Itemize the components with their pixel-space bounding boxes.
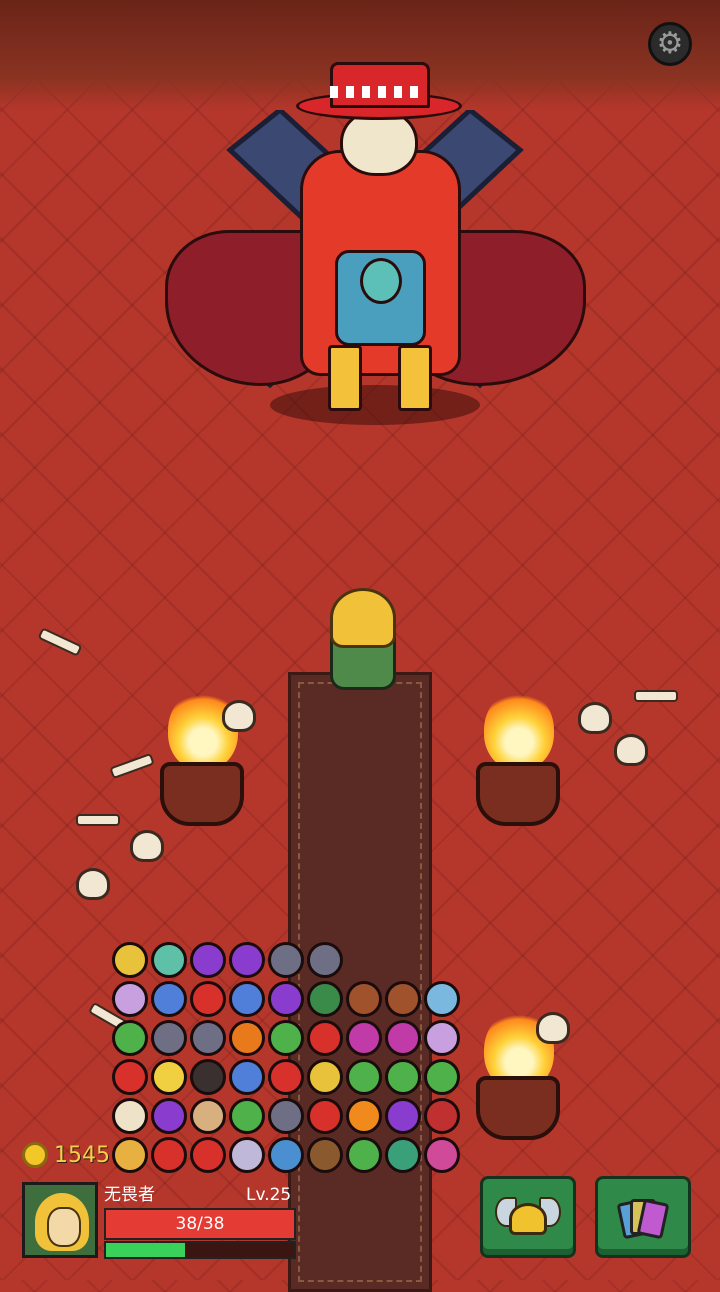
item-inventory-grid	[112, 942, 462, 1178]
hp-text: 38/38	[175, 1214, 225, 1234]
gold-scroll-item-icon[interactable]	[307, 1059, 343, 1095]
skull-decoration	[222, 700, 256, 732]
xp-bar	[104, 1241, 296, 1259]
player-name: 无畏者	[104, 1185, 155, 1205]
red-heart-item-icon[interactable]	[307, 1020, 343, 1056]
blue-mushroom-item-icon[interactable]	[268, 1137, 304, 1173]
blue-fist-item-icon[interactable]	[229, 1059, 265, 1095]
sack-item-icon[interactable]	[190, 1098, 226, 1134]
boss-shadow	[270, 385, 480, 425]
orange-gem-item-icon[interactable]	[229, 1020, 265, 1056]
gold-amount: 1545	[54, 1143, 110, 1168]
red-demon-item-icon[interactable]	[268, 1059, 304, 1095]
pink-demon-item-icon[interactable]	[424, 1137, 460, 1173]
hp-bar: 38/38	[104, 1208, 296, 1240]
player-portrait[interactable]	[22, 1182, 98, 1258]
potion-flask-item-icon[interactable]	[151, 942, 187, 978]
brazier	[160, 762, 244, 826]
hero-character[interactable]	[330, 588, 396, 648]
green-splash-item-icon[interactable]	[268, 1020, 304, 1056]
dark-pot-item-icon[interactable]	[190, 1059, 226, 1095]
magenta-ring-item-icon[interactable]	[346, 1020, 382, 1056]
bone-decoration	[109, 752, 155, 780]
green-jar-item-icon[interactable]	[346, 1137, 382, 1173]
brazier	[476, 1076, 560, 1140]
fire-star-item-icon[interactable]	[346, 1098, 382, 1134]
boss-leg-right	[398, 345, 432, 411]
jade-ring-item-icon[interactable]	[385, 1137, 421, 1173]
bone-item-icon[interactable]	[112, 1098, 148, 1134]
red-rune-item-icon[interactable]	[190, 981, 226, 1017]
green-star-item-icon[interactable]	[424, 1059, 460, 1095]
gray-hex-item-icon[interactable]	[151, 1020, 187, 1056]
brazier-flame	[484, 690, 554, 770]
skull-decoration	[578, 702, 612, 734]
brown-pouch-item-icon[interactable]	[307, 1137, 343, 1173]
boss-hat	[330, 62, 430, 108]
yellow-star-item-icon[interactable]	[151, 1059, 187, 1095]
settings-button[interactable]: ⚙	[648, 22, 692, 66]
portrait-face	[47, 1207, 81, 1247]
bone-decoration	[76, 814, 120, 826]
skull-decoration	[614, 734, 648, 766]
winged-helmet-icon	[495, 1197, 561, 1237]
gray-gem-item-icon[interactable]	[268, 942, 304, 978]
striped-orb-item-icon[interactable]	[307, 981, 343, 1017]
crystal-vial-item-icon[interactable]	[424, 981, 460, 1017]
green-feather-item-icon[interactable]	[346, 1059, 382, 1095]
skull-decoration	[536, 1012, 570, 1044]
xp-bar-fill	[106, 1243, 185, 1257]
gray-gem-item-icon[interactable]	[307, 942, 343, 978]
clock-charm-item-icon[interactable]	[112, 981, 148, 1017]
gray-hex-item-icon[interactable]	[190, 1020, 226, 1056]
gold-coin-item-icon[interactable]	[112, 942, 148, 978]
brazier	[476, 762, 560, 826]
gold-coin-icon	[22, 1142, 48, 1168]
purple-shield-item-icon[interactable]	[268, 981, 304, 1017]
copper-orb-item-icon[interactable]	[385, 981, 421, 1017]
green-star-item-icon[interactable]	[112, 1020, 148, 1056]
skull-bat-item-icon[interactable]	[229, 1137, 265, 1173]
bone-decoration	[634, 690, 678, 702]
gray-hex-item-icon[interactable]	[268, 1098, 304, 1134]
red-heart-locket-item-icon[interactable]	[151, 1137, 187, 1173]
clock-charm-item-icon[interactable]	[424, 1020, 460, 1056]
purple-mark-item-icon[interactable]	[229, 942, 265, 978]
player-level: Lv.25	[246, 1185, 292, 1205]
purple-mark-item-icon[interactable]	[190, 942, 226, 978]
green-bow-item-icon[interactable]	[229, 1098, 265, 1134]
gear-icon: ⚙	[656, 26, 684, 61]
boss-hat-checker-band	[330, 86, 424, 98]
skull-decoration	[130, 830, 164, 862]
cards-button[interactable]	[595, 1176, 691, 1258]
purple-crown-item-icon[interactable]	[385, 1098, 421, 1134]
blue-flame-item-icon[interactable]	[229, 981, 265, 1017]
horn-item-icon[interactable]	[112, 1137, 148, 1173]
purple-beast-item-icon[interactable]	[151, 1098, 187, 1134]
red-triangle-item-icon[interactable]	[307, 1098, 343, 1134]
blue-flame-item-icon[interactable]	[151, 981, 187, 1017]
equipment-button[interactable]	[480, 1176, 576, 1258]
red-hourglass-item-icon[interactable]	[190, 1137, 226, 1173]
boss-leg-left	[328, 345, 362, 411]
green-head-item-icon[interactable]	[385, 1059, 421, 1095]
copper-orb-item-icon[interactable]	[346, 981, 382, 1017]
skull-decoration	[76, 868, 110, 900]
boss-marionette	[360, 258, 402, 304]
bone-decoration	[37, 627, 83, 657]
card-deck-icon	[616, 1195, 670, 1240]
fang-ring-item-icon[interactable]	[424, 1098, 460, 1134]
red-dagger-item-icon[interactable]	[112, 1059, 148, 1095]
magenta-ring-item-icon[interactable]	[385, 1020, 421, 1056]
